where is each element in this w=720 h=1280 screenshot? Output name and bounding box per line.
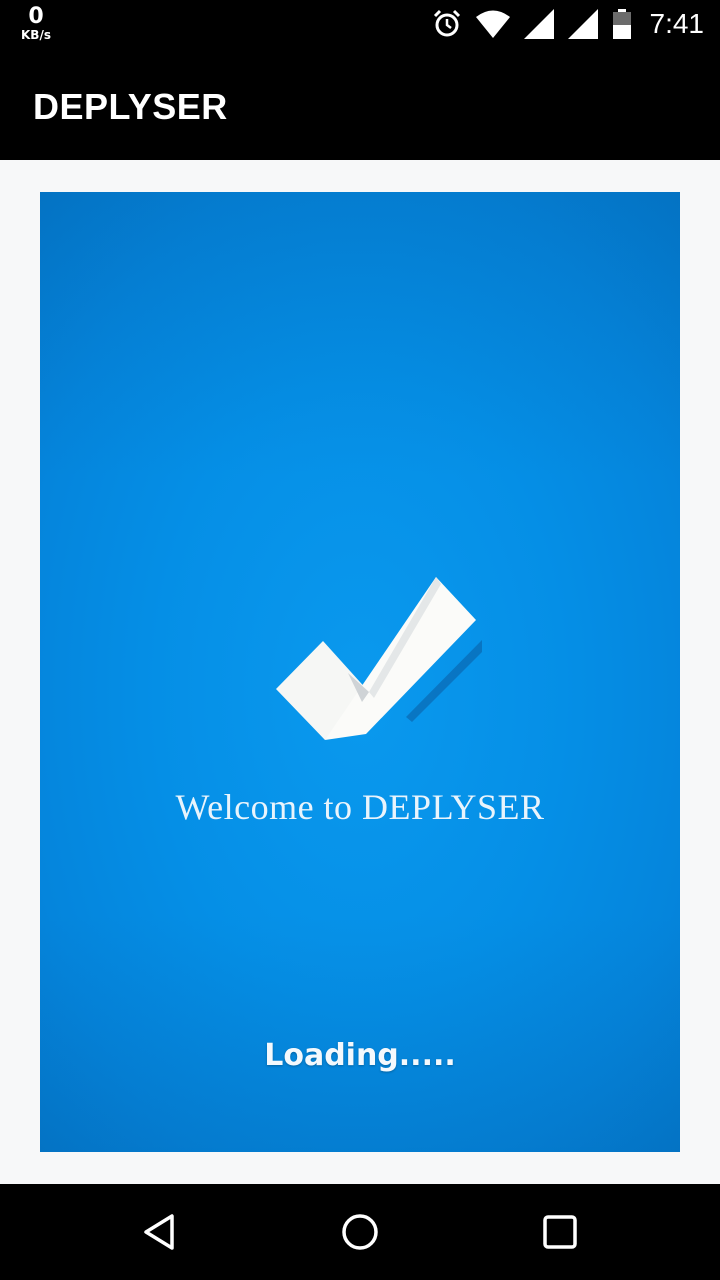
home-icon — [342, 1214, 378, 1250]
app-title: DEPLYSER — [33, 86, 228, 127]
status-time: 7:41 — [649, 8, 705, 39]
network-speed-value: 0 — [28, 4, 44, 29]
recents-button[interactable] — [536, 1208, 584, 1256]
status-icons: 7:41 — [432, 0, 705, 48]
signal-icon — [567, 9, 598, 39]
main-content: Welcome to DEPLYSER Loading..... — [0, 160, 720, 1184]
signal-icon — [523, 9, 554, 39]
status-bar: 0 KB/s 7:41 — [0, 0, 720, 48]
battery-icon — [612, 9, 631, 39]
network-speed-indicator: 0 KB/s — [18, 4, 54, 42]
splash-image: Welcome to DEPLYSER Loading..... — [40, 192, 680, 1152]
navigation-bar — [0, 1184, 720, 1280]
recents-icon — [543, 1215, 577, 1249]
welcome-text: Welcome to DEPLYSER — [175, 787, 545, 827]
back-button[interactable] — [136, 1208, 184, 1256]
back-icon — [144, 1214, 174, 1250]
checkmark-icon — [276, 577, 482, 740]
network-speed-unit: KB/s — [21, 28, 51, 42]
loading-text: Loading..... — [264, 1038, 456, 1073]
alarm-icon — [433, 9, 460, 37]
home-button[interactable] — [336, 1208, 384, 1256]
wifi-icon — [475, 10, 510, 38]
app-bar: DEPLYSER — [0, 48, 720, 160]
